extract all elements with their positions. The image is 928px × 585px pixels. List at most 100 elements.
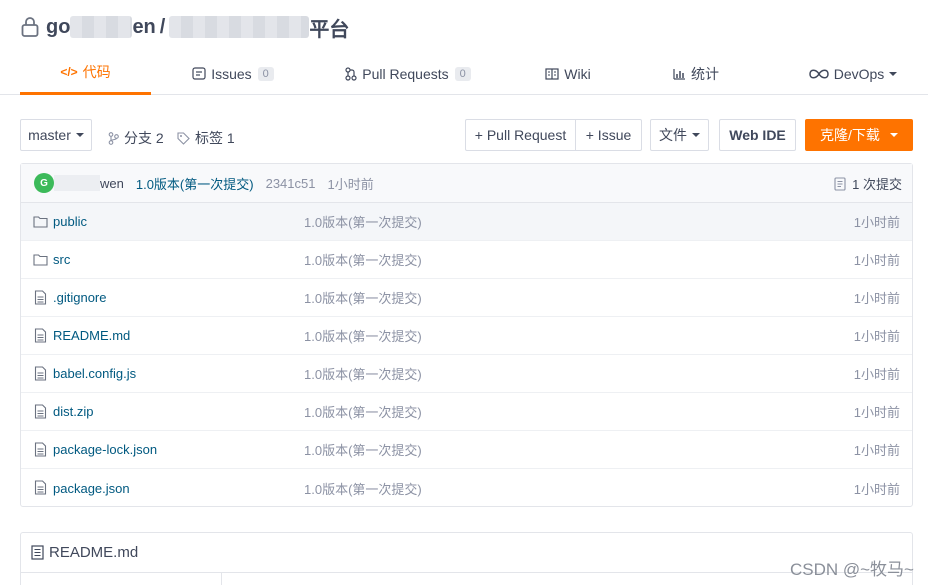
file-commit-time: 1小时前 bbox=[853, 329, 900, 344]
file-commit-time: 1小时前 bbox=[853, 253, 900, 268]
file-menu-label: 文件 bbox=[659, 127, 687, 143]
tab-devops[interactable]: DevOps bbox=[806, 52, 900, 95]
web-ide-button[interactable]: Web IDE bbox=[719, 119, 796, 151]
devops-icon bbox=[808, 69, 829, 78]
file-name-link[interactable]: babel.config.js bbox=[53, 366, 136, 381]
repo-owner-prefix: go bbox=[46, 15, 71, 38]
commit-sha[interactable]: 2341c51 bbox=[266, 176, 316, 191]
tab-issues[interactable]: Issues 0 bbox=[188, 52, 278, 95]
readme-title: README.md bbox=[49, 544, 139, 561]
file-row[interactable]: src 1.0版本(第一次提交) 1小时前 bbox=[21, 241, 912, 279]
repo-separator: / bbox=[159, 15, 166, 38]
redacted-repo-name bbox=[169, 16, 310, 38]
clone-download-button[interactable]: 克隆/下载 bbox=[805, 119, 913, 151]
new-pull-request-label: + Pull Request bbox=[474, 127, 567, 143]
tab-stats-label: 统计 bbox=[691, 65, 719, 82]
commit-time: 1小时前 bbox=[327, 176, 374, 192]
lock-icon bbox=[21, 17, 39, 37]
file-icon bbox=[34, 442, 47, 457]
file-row[interactable]: package.json 1.0版本(第一次提交) 1小时前 bbox=[21, 469, 912, 507]
file-commit-time: 1小时前 bbox=[853, 367, 900, 382]
tab-devops-label: DevOps bbox=[833, 65, 885, 82]
latest-commit-bar: G wen 1.0版本(第一次提交) 2341c51 1小时前 1 次提交 bbox=[21, 164, 912, 203]
file-icon bbox=[34, 366, 47, 381]
new-issue-label: + Issue bbox=[585, 127, 632, 143]
file-name-link[interactable]: public bbox=[53, 214, 87, 229]
file-menu-button[interactable]: 文件 bbox=[650, 119, 709, 151]
chevron-down-icon bbox=[692, 133, 700, 137]
commit-message[interactable]: 1.0版本(第一次提交) bbox=[136, 174, 254, 193]
file-commit-time: 1小时前 bbox=[853, 291, 900, 306]
chevron-down-icon bbox=[889, 133, 898, 137]
file-name-link[interactable]: README.md bbox=[53, 328, 130, 343]
chevron-down-icon bbox=[75, 133, 84, 137]
repo-title[interactable]: go en / 平台 bbox=[46, 13, 349, 42]
branches-link[interactable]: 分支 2 bbox=[108, 128, 164, 148]
tab-stats[interactable]: 统计 bbox=[668, 52, 724, 95]
file-name-link[interactable]: .gitignore bbox=[53, 290, 106, 305]
issues-icon bbox=[192, 67, 206, 80]
tab-pull-requests[interactable]: Pull Requests 0 bbox=[343, 52, 473, 95]
tag-icon bbox=[177, 131, 190, 145]
history-icon bbox=[834, 176, 846, 191]
file-row[interactable]: babel.config.js 1.0版本(第一次提交) 1小时前 bbox=[21, 355, 912, 393]
file-commit-message[interactable]: 1.0版本(第一次提交) bbox=[304, 326, 422, 345]
branch-select-label: master bbox=[28, 127, 71, 143]
branch-select[interactable]: master bbox=[20, 119, 92, 151]
file-icon bbox=[34, 328, 47, 343]
file-commit-message[interactable]: 1.0版本(第一次提交) bbox=[304, 402, 422, 421]
file-list: G wen 1.0版本(第一次提交) 2341c51 1小时前 1 次提交 pu… bbox=[20, 163, 913, 507]
branch-icon bbox=[108, 131, 119, 145]
file-commit-time: 1小时前 bbox=[853, 405, 900, 420]
file-commit-message[interactable]: 1.0版本(第一次提交) bbox=[304, 440, 422, 459]
readme-panel: README.md bbox=[20, 532, 913, 585]
clone-download-label: 克隆/下载 bbox=[820, 127, 880, 143]
folder-icon bbox=[33, 254, 48, 266]
pull-request-icon bbox=[345, 66, 357, 81]
file-name-link[interactable]: src bbox=[53, 252, 70, 267]
file-name-link[interactable]: package.json bbox=[53, 481, 130, 496]
tab-code[interactable]: </> 代码 bbox=[20, 52, 151, 95]
folder-icon bbox=[33, 216, 48, 228]
tab-pull-requests-label: Pull Requests bbox=[362, 65, 449, 82]
file-commit-time: 1小时前 bbox=[853, 443, 900, 458]
file-row[interactable]: README.md 1.0版本(第一次提交) 1小时前 bbox=[21, 317, 912, 355]
new-issue-button[interactable]: + Issue bbox=[575, 119, 642, 151]
readme-header: README.md bbox=[21, 533, 912, 573]
chevron-down-icon bbox=[889, 71, 898, 76]
file-commit-message[interactable]: 1.0版本(第一次提交) bbox=[304, 250, 422, 269]
file-commit-message[interactable]: 1.0版本(第一次提交) bbox=[304, 364, 422, 383]
file-commit-message[interactable]: 1.0版本(第一次提交) bbox=[304, 212, 422, 231]
branches-label: 分支 2 bbox=[124, 130, 164, 146]
redacted-owner bbox=[70, 16, 133, 38]
file-commit-time: 1小时前 bbox=[853, 481, 900, 497]
file-row[interactable]: dist.zip 1.0版本(第一次提交) 1小时前 bbox=[21, 393, 912, 431]
file-row[interactable]: public 1.0版本(第一次提交) 1小时前 bbox=[21, 203, 912, 241]
tags-link[interactable]: 标签 1 bbox=[177, 128, 235, 148]
file-name-link[interactable]: package-lock.json bbox=[53, 442, 157, 457]
redacted-author bbox=[54, 175, 100, 191]
tab-code-label: 代码 bbox=[82, 64, 111, 80]
new-pull-request-button[interactable]: + Pull Request bbox=[465, 119, 576, 151]
web-ide-label: Web IDE bbox=[729, 127, 786, 143]
file-icon bbox=[34, 404, 47, 419]
file-name-link[interactable]: dist.zip bbox=[53, 404, 93, 419]
commit-count-link[interactable]: 1 次提交 bbox=[834, 164, 902, 203]
tags-label: 标签 1 bbox=[195, 130, 235, 146]
repo-name-suffix: 平台 bbox=[309, 18, 350, 41]
document-icon bbox=[31, 545, 44, 560]
file-row[interactable]: .gitignore 1.0版本(第一次提交) 1小时前 bbox=[21, 279, 912, 317]
repo-header: go en / 平台 bbox=[20, 12, 349, 42]
file-icon bbox=[34, 480, 47, 495]
issues-count-badge: 0 bbox=[257, 66, 274, 81]
stats-icon bbox=[673, 68, 685, 80]
repo-tabs: </> 代码 Issues 0 Pull Requests 0 Wiki 统计 … bbox=[0, 52, 928, 95]
file-row[interactable]: package-lock.json 1.0版本(第一次提交) 1小时前 bbox=[21, 431, 912, 469]
tab-wiki[interactable]: Wiki bbox=[540, 52, 596, 95]
commit-author[interactable]: wen bbox=[100, 176, 124, 191]
commit-count-label: 1 次提交 bbox=[852, 177, 902, 192]
pull-requests-count-badge: 0 bbox=[454, 66, 471, 81]
avatar[interactable]: G bbox=[34, 173, 54, 193]
file-commit-message[interactable]: 1.0版本(第一次提交) bbox=[304, 288, 422, 307]
file-commit-message[interactable]: 1.0版本(第一次提交) bbox=[304, 479, 422, 498]
